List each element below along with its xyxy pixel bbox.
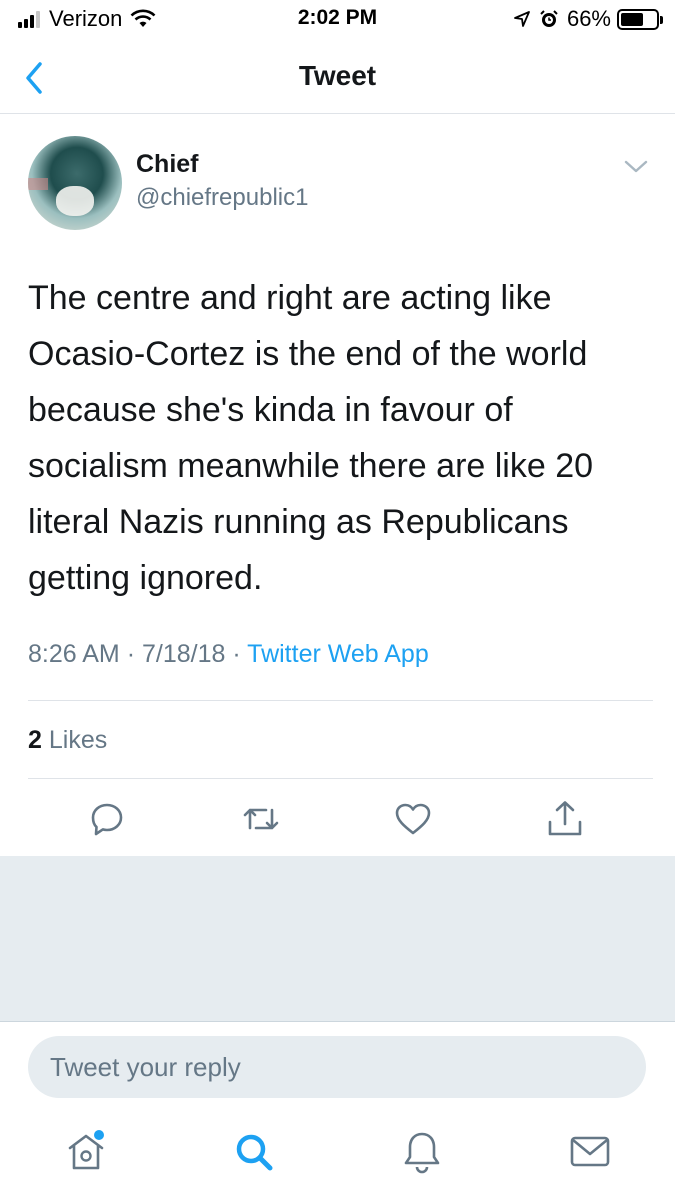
tweet-actions <box>0 798 675 840</box>
tweet-source-link[interactable]: Twitter Web App <box>247 640 429 668</box>
author-name[interactable]: Chief <box>136 150 199 179</box>
notifications-icon[interactable] <box>400 1128 444 1176</box>
replies-area <box>0 856 675 1022</box>
reply-icon[interactable] <box>86 798 128 840</box>
tweet-date[interactable]: 7/18/18 <box>142 640 225 668</box>
notification-dot <box>94 1130 104 1140</box>
reply-input[interactable] <box>28 1036 646 1098</box>
retweet-icon[interactable] <box>240 798 282 840</box>
likes-count-link[interactable]: 2 Likes <box>28 726 107 755</box>
tweet-time[interactable]: 8:26 AM <box>28 640 120 668</box>
status-bar: Verizon 2:02 PM 66% <box>0 0 675 40</box>
battery-icon <box>617 8 663 30</box>
search-icon[interactable] <box>232 1128 276 1176</box>
battery-percent: 66% <box>566 6 611 31</box>
share-icon[interactable] <box>544 798 586 840</box>
tweet-meta: 8:26 AM · 7/18/18 · Twitter Web App <box>28 640 429 669</box>
meta-separator: · <box>126 640 136 668</box>
alarm-icon <box>540 10 558 27</box>
like-icon[interactable] <box>392 798 434 840</box>
chevron-down-icon[interactable] <box>623 158 649 176</box>
messages-icon[interactable] <box>568 1128 612 1176</box>
likes-label: Likes <box>48 726 108 754</box>
likes-count: 2 <box>28 726 42 754</box>
location-icon <box>514 11 530 27</box>
navigation-bar: Tweet <box>0 44 675 114</box>
tweet-text: The centre and right are acting like Oca… <box>28 279 594 597</box>
avatar[interactable] <box>28 136 122 230</box>
divider <box>28 700 653 701</box>
divider <box>28 778 653 779</box>
meta-separator: · <box>232 640 241 668</box>
page-title: Tweet <box>298 60 377 91</box>
status-right: 66% <box>513 6 663 32</box>
author-handle[interactable]: @chiefrepublic1 <box>136 184 308 212</box>
tweet-author: Chief @chiefrepublic1 <box>28 136 653 232</box>
